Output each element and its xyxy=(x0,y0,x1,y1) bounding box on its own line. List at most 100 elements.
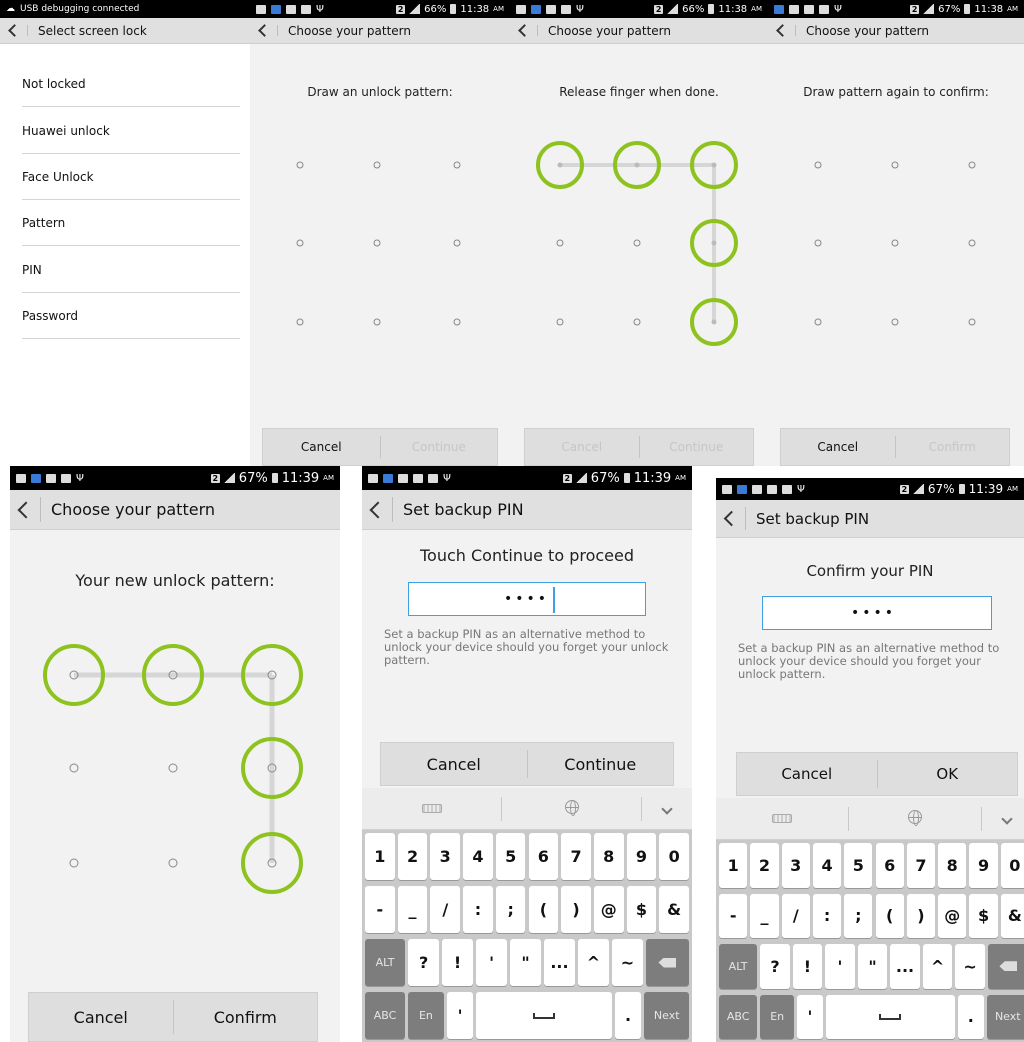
pattern-node[interactable] xyxy=(267,670,277,680)
list-item-not-locked[interactable]: Not locked xyxy=(0,60,240,107)
key[interactable]: ... xyxy=(543,939,575,986)
key[interactable]: - xyxy=(365,886,395,933)
key[interactable]: : xyxy=(463,886,493,933)
confirm-button[interactable]: Confirm xyxy=(896,440,1010,454)
key[interactable]: ' xyxy=(825,944,855,989)
pattern-node[interactable] xyxy=(296,161,304,169)
key[interactable]: 7 xyxy=(906,843,936,888)
key[interactable]: @ xyxy=(938,893,967,938)
pattern-node[interactable] xyxy=(711,319,717,325)
pattern-node[interactable] xyxy=(168,858,178,868)
key[interactable]: $ xyxy=(969,893,998,938)
key[interactable]: ! xyxy=(792,944,823,989)
pattern-node[interactable] xyxy=(814,318,822,326)
key[interactable]: - xyxy=(719,893,748,938)
key[interactable]: Next xyxy=(644,992,689,1039)
cancel-button[interactable]: Cancel xyxy=(525,440,639,454)
key[interactable]: 4 xyxy=(812,843,842,888)
key[interactable]: 3 xyxy=(430,833,461,880)
pattern-node[interactable] xyxy=(267,763,277,773)
pattern-node[interactable] xyxy=(891,318,899,326)
key[interactable]: 6 xyxy=(528,833,559,880)
key[interactable]: 3 xyxy=(781,843,810,888)
space-key[interactable] xyxy=(825,994,956,1039)
key[interactable]: _ xyxy=(750,893,779,938)
chevron-down-icon[interactable] xyxy=(982,811,1024,827)
key[interactable]: ; xyxy=(844,893,873,938)
pattern-node[interactable] xyxy=(373,239,381,247)
pattern-node[interactable] xyxy=(556,239,564,247)
pattern-node[interactable] xyxy=(634,162,640,168)
pattern-node[interactable] xyxy=(168,763,178,773)
continue-button[interactable]: Continue xyxy=(640,440,754,454)
key[interactable]: 0 xyxy=(659,833,689,880)
cancel-button[interactable]: Cancel xyxy=(263,440,380,454)
key[interactable]: 1 xyxy=(365,833,395,880)
pattern-node[interactable] xyxy=(373,161,381,169)
pattern-node[interactable] xyxy=(69,858,79,868)
key[interactable]: & xyxy=(1000,893,1024,938)
cancel-button[interactable]: Cancel xyxy=(781,440,895,454)
pattern-node[interactable] xyxy=(168,670,178,680)
key[interactable]: ~ xyxy=(955,944,985,989)
globe-icon[interactable] xyxy=(849,809,981,828)
cancel-button[interactable]: Cancel xyxy=(737,765,877,783)
pattern-node[interactable] xyxy=(633,318,641,326)
pattern-node[interactable] xyxy=(814,239,822,247)
pattern-node[interactable] xyxy=(814,161,822,169)
key[interactable]: 9 xyxy=(626,833,657,880)
key[interactable]: En xyxy=(408,992,444,1039)
back-arrow-icon[interactable] xyxy=(8,24,21,37)
key[interactable]: 2 xyxy=(750,843,779,888)
backspace-key[interactable] xyxy=(645,939,689,986)
pattern-node[interactable] xyxy=(296,318,304,326)
key[interactable]: ( xyxy=(875,893,904,938)
key[interactable]: ' xyxy=(476,939,507,986)
key[interactable]: ) xyxy=(561,886,591,933)
key[interactable]: . xyxy=(614,992,642,1039)
key[interactable]: ; xyxy=(495,886,526,933)
key[interactable]: ? xyxy=(408,939,440,986)
key[interactable]: ) xyxy=(906,893,936,938)
key[interactable]: ! xyxy=(442,939,474,986)
continue-button[interactable]: Continue xyxy=(381,440,498,454)
key[interactable]: ... xyxy=(890,944,920,989)
key[interactable]: 4 xyxy=(463,833,493,880)
key[interactable]: 1 xyxy=(719,843,748,888)
key[interactable]: ^ xyxy=(577,939,609,986)
key[interactable]: 8 xyxy=(938,843,967,888)
pattern-node[interactable] xyxy=(711,162,717,168)
globe-icon[interactable] xyxy=(502,799,641,818)
key[interactable]: 9 xyxy=(969,843,998,888)
key[interactable]: $ xyxy=(626,886,657,933)
cancel-button[interactable]: Cancel xyxy=(29,1008,173,1027)
pattern-node[interactable] xyxy=(968,239,976,247)
cancel-button[interactable]: Cancel xyxy=(381,755,527,774)
key[interactable]: ABC xyxy=(719,994,758,1039)
list-item-pin[interactable]: PIN xyxy=(0,246,240,293)
key[interactable]: 5 xyxy=(495,833,526,880)
pattern-grid[interactable] xyxy=(510,0,768,466)
pattern-node[interactable] xyxy=(891,161,899,169)
key[interactable]: : xyxy=(812,893,842,938)
key[interactable]: Next xyxy=(986,994,1024,1039)
pattern-grid[interactable] xyxy=(250,0,510,466)
pattern-node[interactable] xyxy=(296,239,304,247)
pattern-grid[interactable] xyxy=(768,0,1024,466)
key[interactable]: / xyxy=(781,893,810,938)
key[interactable]: ALT xyxy=(719,944,758,989)
key[interactable]: / xyxy=(430,886,461,933)
pattern-node[interactable] xyxy=(453,161,461,169)
pattern-node[interactable] xyxy=(891,239,899,247)
key[interactable]: 0 xyxy=(1000,843,1024,888)
keyboard-icon[interactable] xyxy=(716,811,848,827)
key[interactable]: ABC xyxy=(365,992,406,1039)
key[interactable]: _ xyxy=(397,886,428,933)
pattern-node[interactable] xyxy=(968,161,976,169)
list-item-huawei-unlock[interactable]: Huawei unlock xyxy=(0,107,240,154)
key[interactable]: 5 xyxy=(844,843,873,888)
pattern-node[interactable] xyxy=(968,318,976,326)
pin-input[interactable]: •••• xyxy=(408,582,646,616)
key[interactable]: & xyxy=(659,886,689,933)
key[interactable]: ^ xyxy=(922,944,953,989)
